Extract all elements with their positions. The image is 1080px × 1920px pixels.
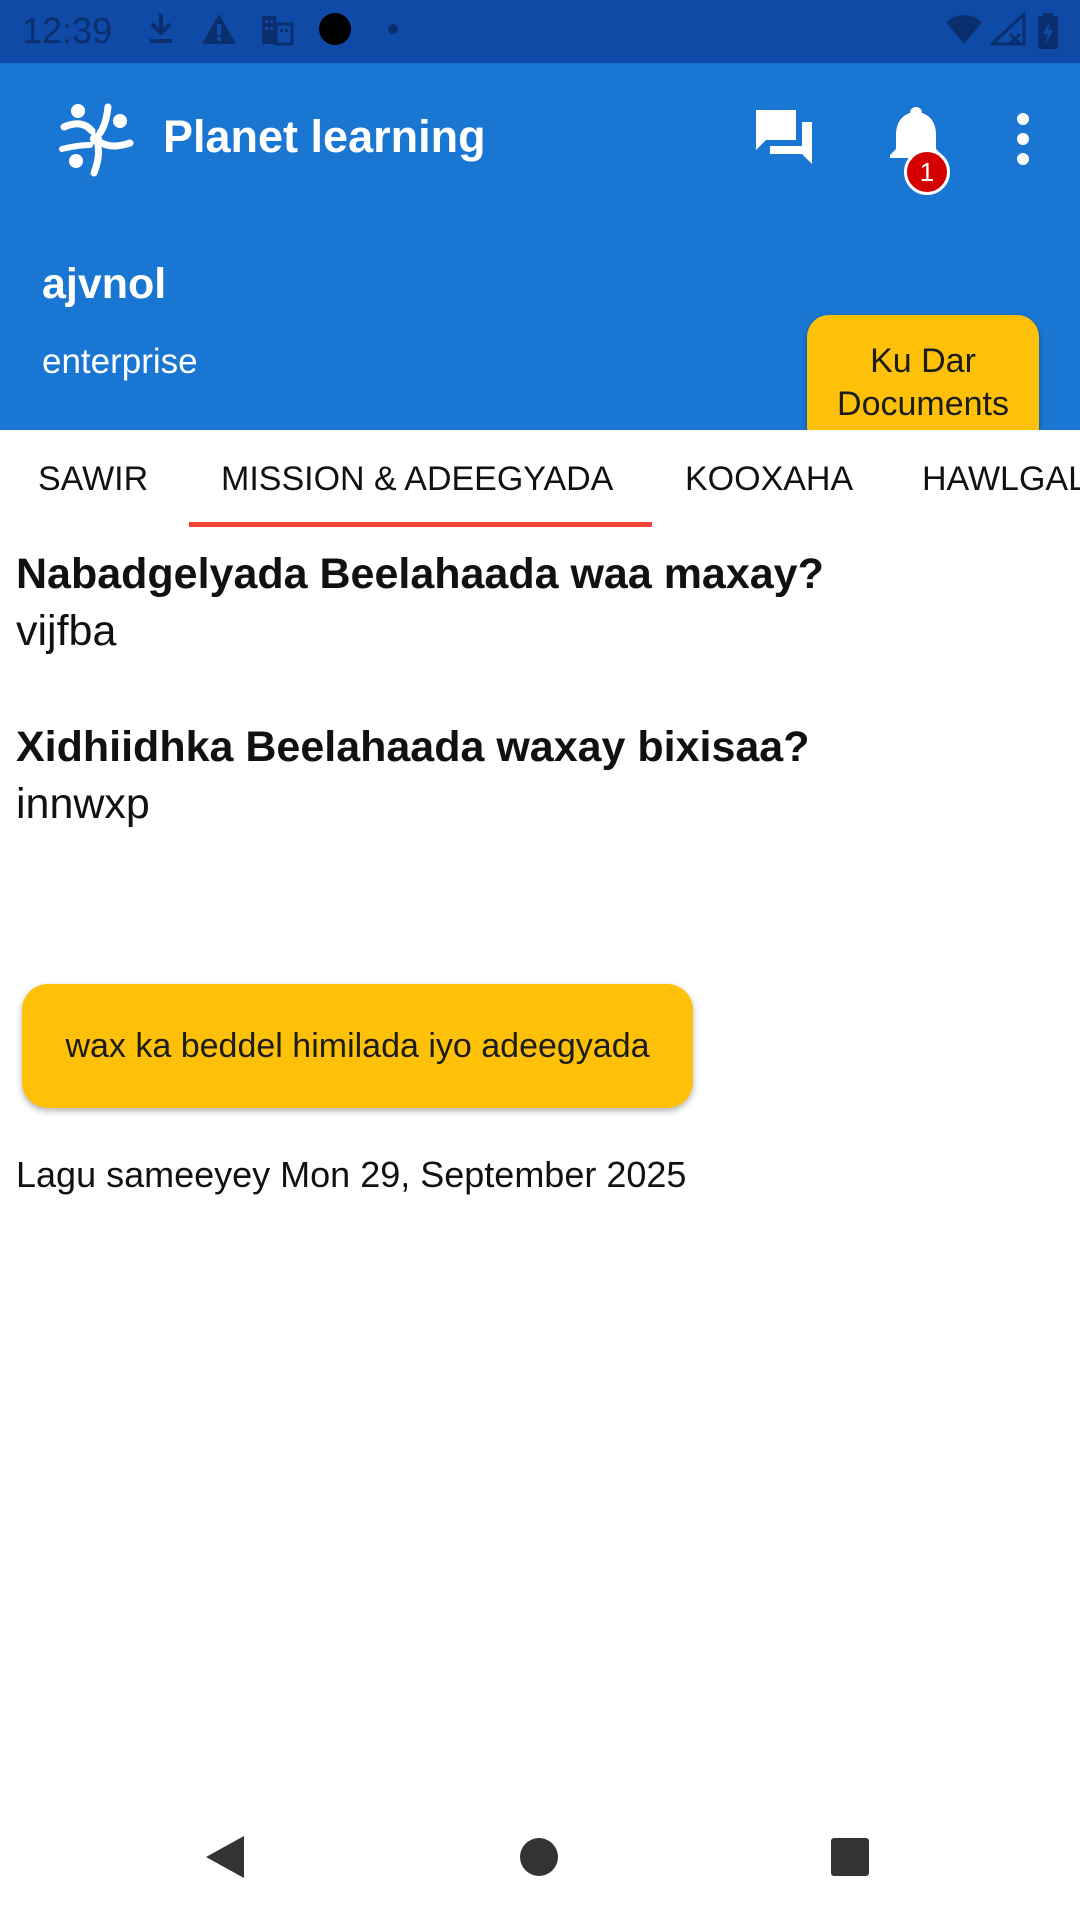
building-icon bbox=[262, 16, 294, 46]
circle-icon bbox=[319, 13, 351, 45]
warning-icon bbox=[202, 14, 236, 44]
system-navigation-bar bbox=[0, 1800, 1080, 1920]
recents-icon[interactable] bbox=[830, 1837, 870, 1877]
wifi-icon bbox=[946, 15, 982, 44]
team-type: enterprise bbox=[42, 342, 198, 381]
tab-mission-adeegyada[interactable]: MISSION & ADEEGYADA bbox=[221, 460, 613, 499]
status-bar: 12:39 bbox=[0, 0, 1080, 63]
app-header: Planet learning 1 ajvnol enterprise Ku D… bbox=[0, 63, 1080, 450]
tab-kooxaha[interactable]: KOOXAHA bbox=[685, 460, 853, 499]
tab-bar: SAWIR MISSION & ADEEGYADA KOOXAHA HAWLGA… bbox=[0, 430, 1080, 528]
signal-icon bbox=[990, 12, 1026, 46]
edit-mission-services-button[interactable]: wax ka beddel himilada iyo adeegyada bbox=[22, 984, 693, 1108]
services-question: Xidhiidhka Beelahaada waxay bixisaa? bbox=[16, 723, 810, 771]
selected-tab-indicator bbox=[189, 522, 652, 527]
services-answer: innwxp bbox=[16, 780, 150, 828]
home-icon[interactable] bbox=[519, 1837, 559, 1877]
created-date-text: Lagu sameeyey Mon 29, September 2025 bbox=[16, 1154, 687, 1195]
status-time: 12:39 bbox=[22, 10, 113, 51]
tab-hawlgal[interactable]: HAWLGAL bbox=[922, 460, 1080, 499]
team-name: ajvnol bbox=[42, 260, 167, 308]
chat-icon[interactable] bbox=[752, 106, 816, 170]
notification-badge: 1 bbox=[904, 149, 950, 195]
planet-learning-logo-icon bbox=[59, 103, 134, 177]
dot-icon bbox=[388, 24, 398, 34]
mission-answer: vijfba bbox=[16, 607, 117, 655]
more-vert-icon[interactable] bbox=[1002, 107, 1044, 171]
app-title: Planet learning bbox=[163, 111, 486, 162]
back-icon[interactable] bbox=[204, 1834, 246, 1880]
add-documents-button-label: Ku Dar Documents bbox=[837, 341, 1009, 423]
battery-charging-icon bbox=[1038, 13, 1058, 49]
mission-question: Nabadgelyada Beelahaada waa maxay? bbox=[16, 550, 824, 598]
tab-sawir[interactable]: SAWIR bbox=[38, 460, 148, 499]
download-icon bbox=[150, 14, 172, 43]
edit-mission-services-button-label: wax ka beddel himilada iyo adeegyada bbox=[65, 1026, 650, 1065]
